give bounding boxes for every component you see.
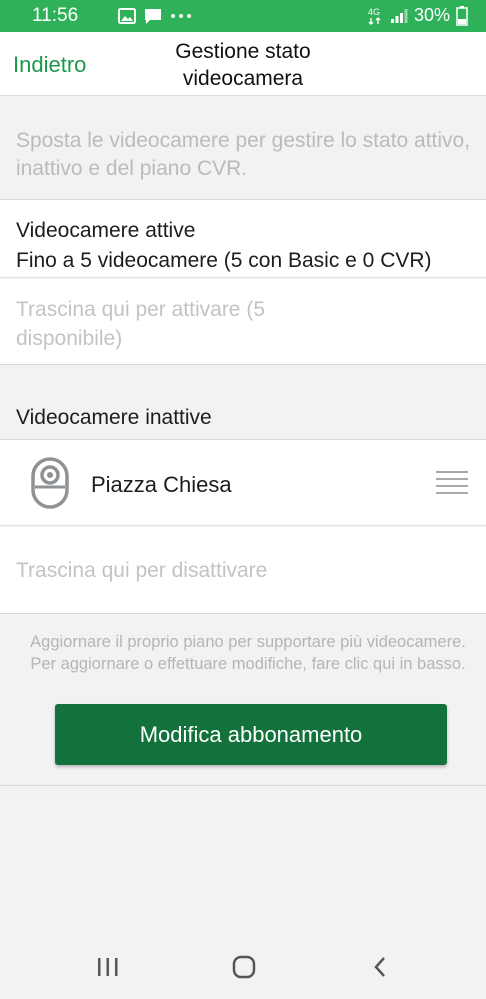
status-bar: 11:56 4G 30%	[0, 0, 486, 32]
nav-header: Indietro Gestione stato videocamera	[0, 32, 486, 96]
upgrade-section: Aggiornare il proprio piano per supporta…	[0, 614, 486, 786]
modify-subscription-button[interactable]: Modifica abbonamento	[55, 704, 447, 765]
signal-icon	[390, 8, 408, 23]
home-icon[interactable]	[224, 953, 264, 981]
message-icon	[145, 8, 161, 24]
activate-drop-zone[interactable]: Trascina qui per attivare (5 disponibile…	[0, 279, 486, 365]
active-cameras-header: Videocamere attive Fino a 5 videocamere …	[0, 200, 486, 278]
active-section-subtitle: Fino a 5 videocamere (5 con Basic e 0 CV…	[16, 249, 432, 272]
more-dots-icon	[171, 14, 191, 18]
back-icon[interactable]	[360, 953, 400, 981]
deactivate-drop-hint: Trascina qui per disattivare	[16, 559, 268, 582]
page-title: Gestione stato videocamera	[175, 40, 311, 90]
recents-icon[interactable]	[88, 953, 128, 981]
active-section-title: Videocamere attive	[16, 219, 196, 242]
activate-drop-hint: Trascina qui per attivare (5 disponibile…	[16, 298, 265, 350]
camera-list-item[interactable]: Piazza Chiesa	[0, 440, 486, 526]
deactivate-drop-zone[interactable]: Trascina qui per disattivare	[0, 527, 486, 614]
svg-text:4G: 4G	[368, 7, 380, 17]
notification-icons	[118, 7, 192, 25]
status-right: 4G 30%	[368, 5, 468, 26]
battery-percent: 30%	[413, 5, 450, 25]
back-button[interactable]: Indietro	[13, 52, 86, 78]
battery-icon	[456, 5, 468, 26]
instructions-panel: Sposta le videocamere per gestire lo sta…	[0, 97, 486, 200]
network-type-icon: 4G	[368, 7, 381, 25]
inactive-section-title: Videocamere inattive	[16, 406, 212, 429]
system-nav-bar	[0, 935, 486, 999]
camera-icon	[31, 457, 69, 509]
drag-handle-icon[interactable]	[436, 471, 468, 495]
inactive-cameras-header: Videocamere inattive	[0, 365, 486, 440]
image-icon	[118, 8, 136, 24]
instructions-text: Sposta le videocamere per gestire lo sta…	[16, 129, 471, 180]
camera-name: Piazza Chiesa	[91, 472, 232, 497]
status-time: 11:56	[32, 5, 79, 26]
upgrade-note: Aggiornare il proprio piano per supporta…	[30, 633, 466, 673]
